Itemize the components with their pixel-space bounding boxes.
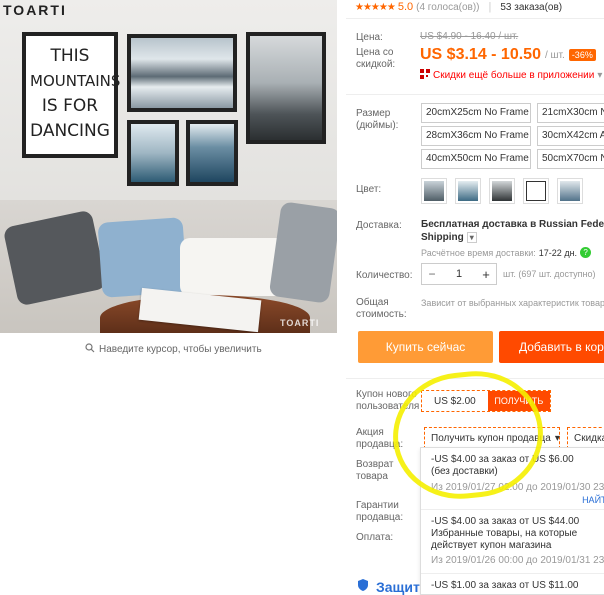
throw-blanket bbox=[268, 201, 337, 304]
chevron-down-icon: ▾ bbox=[466, 232, 477, 243]
shipping-method[interactable]: Shipping ▾ bbox=[421, 232, 477, 243]
color-swatch-text[interactable] bbox=[523, 178, 549, 204]
buy-now-button[interactable]: Купить сейчас bbox=[358, 331, 493, 363]
stars-icon: ★★★★★ bbox=[355, 1, 396, 13]
price-label: Цена: bbox=[356, 32, 383, 43]
size-option[interactable]: 28cmX36cm No Frame bbox=[421, 126, 531, 146]
discount-price-label: Цена со скидкой: bbox=[356, 47, 396, 70]
poster-text: THIS MOUNTAINS IS FOR DANCING bbox=[26, 36, 120, 154]
help-icon[interactable]: ? bbox=[580, 247, 592, 258]
size-option[interactable]: 20cmX25cm No Frame bbox=[421, 103, 531, 123]
color-swatch-waves[interactable] bbox=[557, 178, 583, 204]
chevron-down-icon: ▾ bbox=[554, 432, 560, 444]
zoom-hint: Наведите курсор, чтобы увеличить bbox=[85, 343, 285, 356]
price-row: US $3.14 - 10.50 / шт. -36% bbox=[420, 46, 596, 64]
divider bbox=[346, 18, 604, 19]
qr-code-icon bbox=[420, 69, 430, 82]
watermark: TOARTI bbox=[280, 318, 320, 328]
waves-poster bbox=[186, 120, 238, 186]
size-option[interactable]: 50cmX70cm No Frame bbox=[537, 149, 604, 169]
app-promo[interactable]: Скидки ещё больше в приложении ▾ bbox=[420, 69, 602, 82]
forest-poster bbox=[246, 32, 326, 144]
quantity-input[interactable]: 1 bbox=[442, 268, 476, 280]
divider bbox=[346, 94, 604, 95]
cushion-blue bbox=[97, 217, 188, 298]
sea-poster bbox=[127, 120, 179, 186]
payment-label: Оплата: bbox=[356, 532, 394, 543]
product-image[interactable]: TOARTI THIS MOUNTAINS IS FOR DANCING TOA… bbox=[0, 0, 337, 333]
brand-logo: TOARTI bbox=[3, 2, 67, 18]
rating-row: ★★★★★ 5.0 (4 голоса(ов)) | 53 заказа(ов) bbox=[355, 1, 563, 13]
stock-note: шт. (697 шт. доступно) bbox=[503, 269, 596, 279]
color-label: Цвет: bbox=[356, 184, 382, 195]
magnifier-icon bbox=[85, 343, 95, 356]
quantity-label: Количество: bbox=[356, 270, 413, 281]
votes-link[interactable]: (4 голоса(ов)) bbox=[416, 2, 479, 13]
guarantee-label: Гарантии продавца: bbox=[356, 500, 404, 523]
plus-button[interactable]: + bbox=[476, 267, 496, 282]
shipping-text: Бесплатная доставка в Russian Federation… bbox=[421, 219, 604, 230]
size-option[interactable]: 21cmX30cm No Frame bbox=[537, 103, 604, 123]
discount-badge: -36% bbox=[568, 49, 596, 61]
size-option[interactable]: 30cmX42cm A3 bbox=[537, 126, 604, 146]
color-swatch-mountain[interactable] bbox=[421, 178, 447, 204]
text-poster: THIS MOUNTAINS IS FOR DANCING bbox=[22, 32, 120, 158]
current-price: US $3.14 - 10.50 bbox=[420, 46, 541, 63]
total-text: Зависит от выбранных характеристик товар… bbox=[421, 298, 604, 308]
orders-count: 53 заказа(ов) bbox=[500, 1, 563, 13]
shipping-label: Доставка: bbox=[356, 220, 402, 231]
add-to-cart-button[interactable]: Добавить в корзину bbox=[499, 331, 604, 363]
quantity-stepper[interactable]: − 1 + bbox=[421, 263, 497, 285]
coupon-offer[interactable]: -US $4.00 за заказ от US $44.00 Избранны… bbox=[421, 510, 604, 574]
minus-button[interactable]: − bbox=[422, 267, 442, 281]
coupon-offer[interactable]: -US $1.00 за заказ от US $11.00 bbox=[421, 574, 604, 595]
color-swatch-forest[interactable] bbox=[489, 178, 515, 204]
shield-icon bbox=[356, 578, 370, 595]
discount-dropdown[interactable]: Скидка bbox=[567, 427, 604, 449]
chevron-down-icon: ▾ bbox=[597, 70, 603, 81]
color-swatch-sea[interactable] bbox=[455, 178, 481, 204]
size-option[interactable]: 40cmX50cm No Frame bbox=[421, 149, 531, 169]
delivery-eta: Расчётное время доставки: 17-22 дн. ? bbox=[421, 247, 592, 258]
total-label: Общая стоимость: bbox=[356, 297, 407, 320]
mountain-poster bbox=[127, 34, 237, 112]
old-price: US $4.90 - 16.40 / шт. bbox=[420, 31, 519, 42]
size-label: Размер (дюймы): bbox=[356, 108, 399, 131]
rating-value: 5.0 bbox=[397, 1, 414, 13]
